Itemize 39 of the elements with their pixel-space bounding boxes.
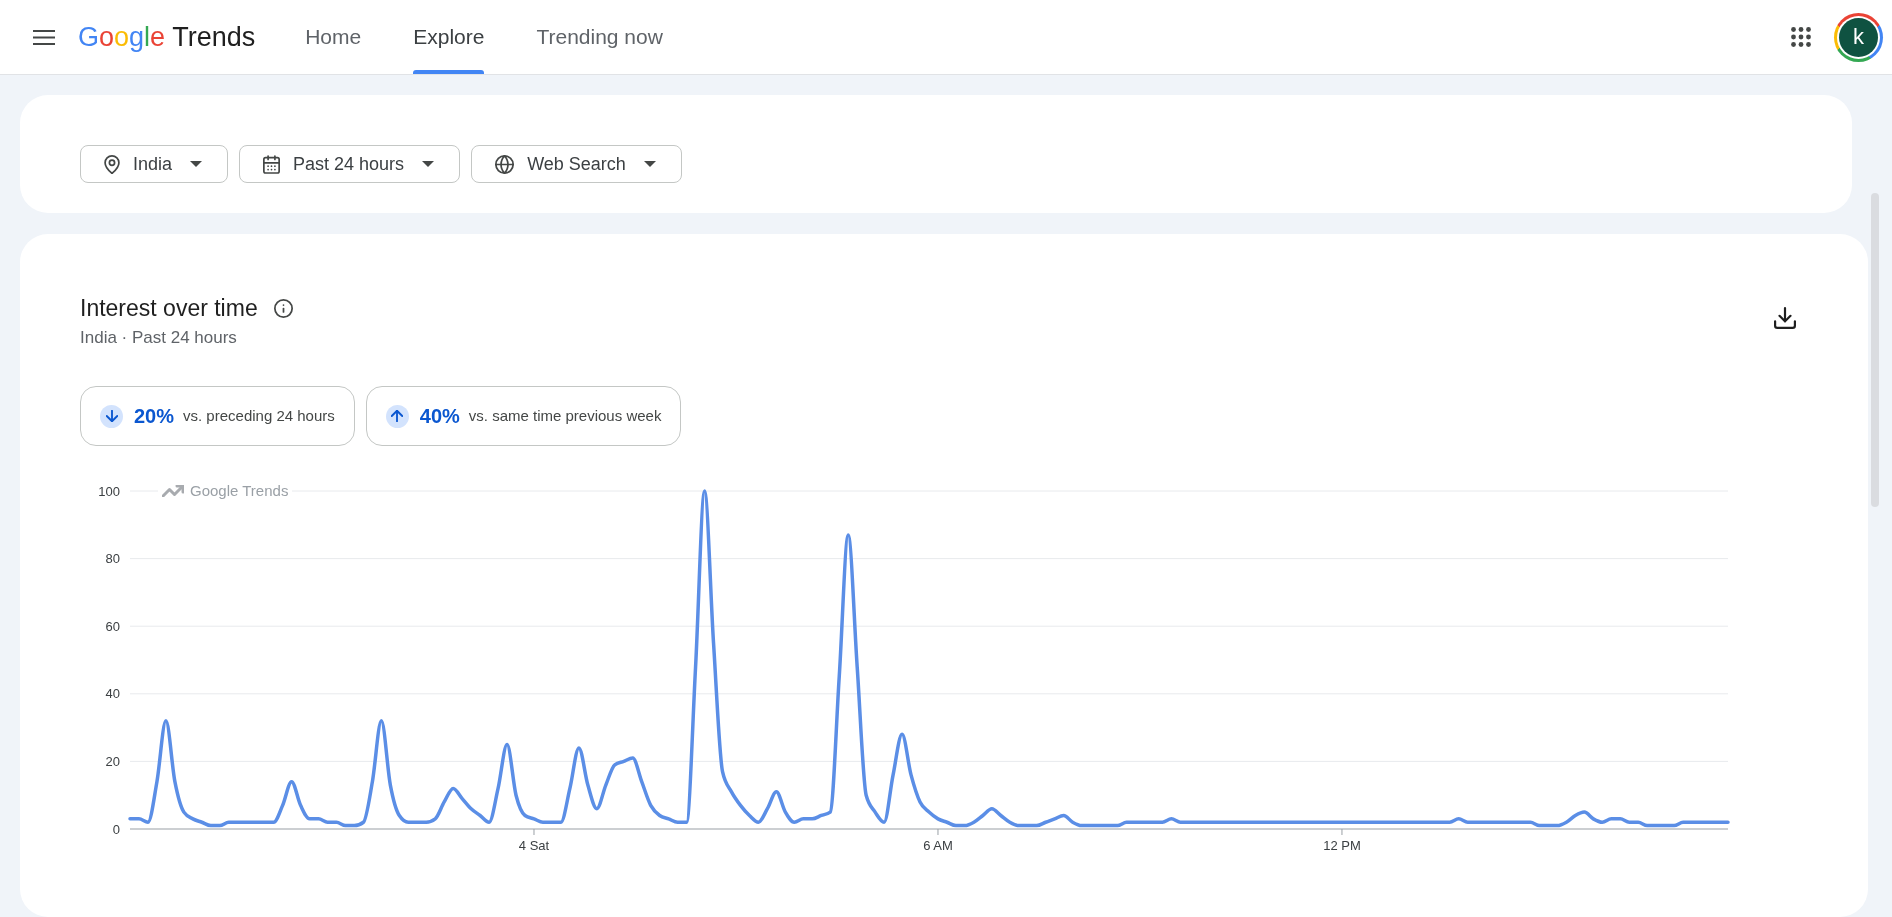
nav-tab[interactable]: Trending now [536,0,663,74]
x-axis-label: 6 AM [923,838,953,853]
location-dropdown[interactable]: India [80,145,229,183]
section-subtitle: India · Past 24 hours [80,327,238,349]
time-range-dropdown[interactable]: Past 24 hours [239,145,461,183]
nav-tab[interactable]: Home [305,0,362,74]
y-axis-label: 60 [105,618,120,634]
section-title: Interest over time [80,294,258,323]
x-axis-label: 12 PM [1323,838,1361,853]
location-pin-icon [104,154,120,174]
x-axis-label: 4 Sat [518,838,550,853]
y-axis-label: 80 [105,551,120,567]
scrollbar-thumb[interactable] [1871,193,1879,507]
apps-grid-icon [1791,27,1811,47]
search-type-dropdown[interactable]: Web Search [471,145,682,183]
calendar-icon [263,154,281,174]
download-icon [1774,307,1796,329]
caret-down-icon [422,161,435,167]
y-axis-label: 40 [105,686,120,702]
menu-icon [33,29,55,45]
y-axis-label: 0 [112,821,120,837]
nav-tab[interactable]: Explore [413,0,485,74]
change-percent: 20% [134,404,175,429]
download-button[interactable] [1774,307,1796,329]
account-avatar-button[interactable]: k [1834,12,1883,62]
main-menu-button[interactable] [33,29,55,45]
comparison-label: vs. preceding 24 hours [183,405,335,426]
google-trends-logo[interactable]: Google Trends [78,23,256,51]
y-axis-label: 20 [105,753,120,769]
info-icon[interactable] [273,298,293,318]
change-percent: 40% [419,404,460,429]
y-axis-label: 100 [98,483,120,499]
apps-button[interactable] [1791,27,1811,47]
comparison-label: vs. same time previous week [468,405,662,426]
trending-up-icon [162,485,184,497]
caret-down-icon [643,161,656,167]
globe-icon [495,154,515,174]
caret-down-icon [190,161,203,167]
chart-brand-label: Google Trends [190,481,289,501]
